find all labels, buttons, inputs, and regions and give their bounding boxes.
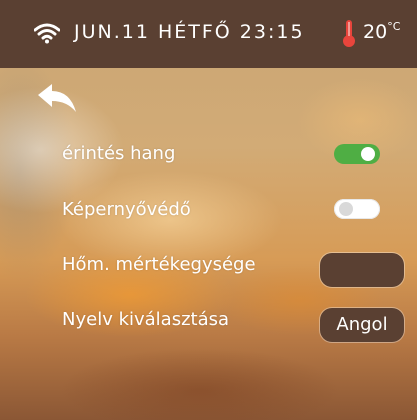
temperature-unit: °C xyxy=(387,20,401,33)
thermometer-icon xyxy=(343,20,355,47)
wifi-icon xyxy=(34,23,60,44)
touch-sound-label: érintés hang xyxy=(62,143,176,164)
date-time-text: JUN.11 HÉTFŐ 23:15 xyxy=(74,21,305,43)
back-arrow-icon[interactable] xyxy=(36,82,80,116)
language-label: Nyelv kiválasztása xyxy=(62,309,230,330)
temp-unit-label: Hőm. mértékegysége xyxy=(62,254,256,275)
touch-sound-toggle[interactable] xyxy=(334,144,380,164)
temperature-value: 20 xyxy=(363,21,388,43)
screensaver-toggle[interactable] xyxy=(334,199,380,219)
screensaver-label: Képernyővédő xyxy=(62,199,191,220)
language-selector[interactable]: Angol xyxy=(320,308,404,342)
temp-unit-selector[interactable] xyxy=(320,253,404,287)
toggle-knob xyxy=(361,147,375,161)
temperature-readout: 20°C xyxy=(363,20,401,43)
status-bar: JUN.11 HÉTFŐ 23:15 20°C xyxy=(0,0,417,68)
toggle-knob xyxy=(339,202,353,216)
